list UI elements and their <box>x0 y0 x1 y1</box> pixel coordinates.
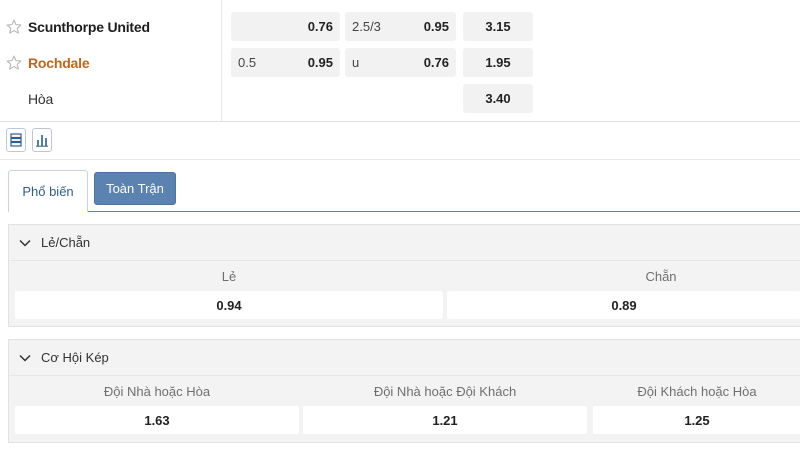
selection-label: Đội Khách hoặc Hòa <box>637 384 757 399</box>
moneyline-home-price: 3.15 <box>485 19 511 34</box>
home-or-away-price-button[interactable]: 1.21 <box>303 406 587 434</box>
draw-label: Hòa <box>28 91 54 107</box>
moneyline-draw-odd[interactable]: 3.40 <box>463 84 533 113</box>
handicap-away-line: 0.5 <box>238 55 257 70</box>
over-odd[interactable]: 2.5/3 0.95 <box>345 12 456 41</box>
chevron-down-icon[interactable] <box>18 236 32 250</box>
moneyline-away-price: 1.95 <box>485 55 511 70</box>
moneyline-draw-price: 3.40 <box>485 91 511 106</box>
over-line: 2.5/3 <box>352 19 381 34</box>
list-view-button[interactable] <box>6 128 26 152</box>
list-icon <box>10 133 22 147</box>
tab-full-match[interactable]: Toàn Trận <box>94 172 176 205</box>
away-or-draw-price-button[interactable]: 1.25 <box>593 406 800 434</box>
market-header[interactable]: Cơ Hội Kép <box>9 340 800 376</box>
section-divider <box>0 159 800 160</box>
handicap-home-odd[interactable]: 0.76 <box>231 12 340 41</box>
handicap-home-price: 0.76 <box>307 19 333 34</box>
market-odd-even: Lẻ/Chẵn Lẻ Chẵn 0.94 0.89 <box>8 224 800 327</box>
market-header[interactable]: Lẻ/Chẵn <box>9 225 800 261</box>
bar-chart-icon <box>36 133 48 147</box>
draw-row: Hòa <box>0 81 222 117</box>
away-team-row: Rochdale <box>0 45 222 81</box>
market-double-chance: Cơ Hội Kép Đội Nhà hoặc Hòa Đội Nhà hoặc… <box>8 339 800 443</box>
favorite-star-icon[interactable] <box>5 54 23 72</box>
moneyline-home-odd[interactable]: 3.15 <box>463 12 533 41</box>
chevron-down-icon[interactable] <box>18 351 32 365</box>
market-title: Cơ Hội Kép <box>41 350 109 365</box>
moneyline-away-odd[interactable]: 1.95 <box>463 48 533 77</box>
handicap-away-price: 0.95 <box>307 55 333 70</box>
selection-label: Đội Nhà hoặc Hòa <box>103 384 211 399</box>
tab-popular[interactable]: Phổ biến <box>8 170 88 212</box>
even-price-button[interactable]: 0.89 <box>447 291 800 319</box>
selection-label: Chẵn <box>645 269 677 284</box>
stats-button[interactable] <box>32 128 52 152</box>
home-or-draw-price-button[interactable]: 1.63 <box>15 406 299 434</box>
over-price: 0.95 <box>423 19 449 34</box>
home-team-row: Scunthorpe United <box>0 9 222 45</box>
odd-price-button[interactable]: 0.94 <box>15 291 443 319</box>
under-line: u <box>352 55 360 70</box>
match-odds-block: Scunthorpe United Rochdale Hòa 0.76 0.5 … <box>0 0 800 122</box>
teams-column: Scunthorpe United Rochdale Hòa <box>0 0 222 121</box>
tab-underline <box>8 211 800 212</box>
under-odd[interactable]: u 0.76 <box>345 48 456 77</box>
handicap-away-odd[interactable]: 0.5 0.95 <box>231 48 340 77</box>
under-price: 0.76 <box>423 55 449 70</box>
selection-label: Đội Nhà hoặc Đội Khách <box>373 384 517 399</box>
favorite-star-icon[interactable] <box>5 18 23 36</box>
away-team-name[interactable]: Rochdale <box>28 55 90 71</box>
selection-label: Lẻ <box>221 269 237 284</box>
home-team-name[interactable]: Scunthorpe United <box>28 19 150 35</box>
market-title: Lẻ/Chẵn <box>41 235 91 250</box>
